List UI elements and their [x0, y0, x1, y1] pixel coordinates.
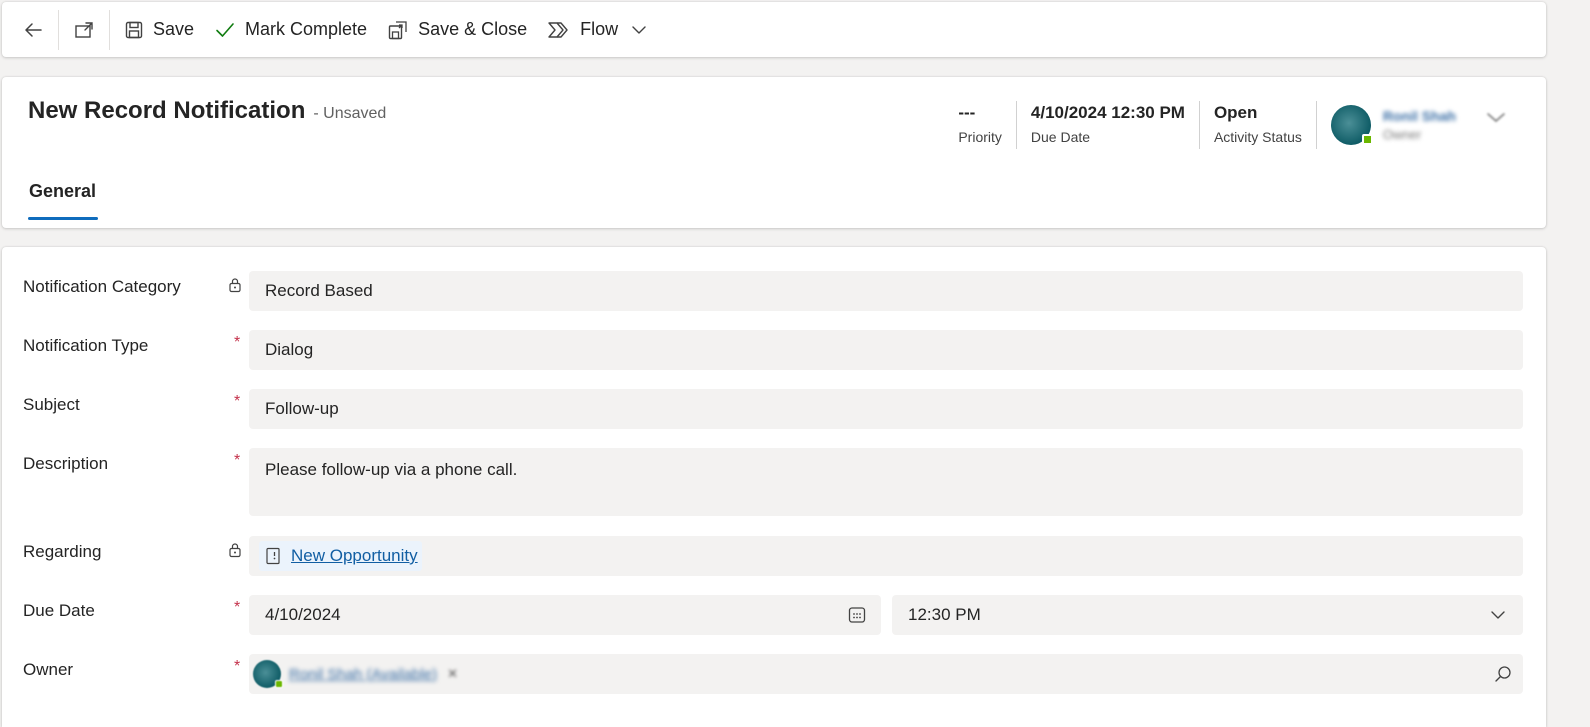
required-indicator: * [234, 658, 241, 675]
calendar-icon [848, 607, 866, 623]
command-bar: Save Mark Complete Save & Close Flow [2, 2, 1546, 57]
activity-status-label: Activity Status [1213, 129, 1302, 145]
presence-available-icon [275, 680, 283, 688]
title-area: New Record Notification - Unsaved [28, 97, 386, 125]
save-and-close-button[interactable]: Save & Close [377, 10, 537, 50]
owner-search-button[interactable] [1493, 664, 1513, 689]
subject-value: Follow-up [265, 399, 339, 418]
record-header: New Record Notification - Unsaved --- Pr… [2, 77, 1546, 228]
due-date-label: Due Date [1030, 129, 1091, 145]
active-tab-indicator [28, 217, 98, 220]
chevron-down-icon [1487, 112, 1505, 122]
description-textarea[interactable]: Please follow-up via a phone call. [249, 448, 1523, 516]
subject-label: Subject [23, 395, 80, 414]
header-fields: --- Priority 4/10/2024 12:30 PM Due Date… [944, 101, 1546, 151]
description-label: Description [23, 454, 109, 473]
remove-owner-icon[interactable]: ✕ [447, 666, 458, 682]
field-row-due-date: Due Date * 4/10/2024 12:30 PM [2, 595, 1546, 635]
regarding-link[interactable]: New Opportunity [291, 546, 418, 566]
mark-complete-label: Mark Complete [245, 19, 368, 39]
owner-label: Owner [1382, 127, 1422, 142]
toolbar-separator [109, 9, 110, 50]
priority-label: Priority [958, 129, 1002, 145]
owner-lookup-field[interactable]: Ronil Shah (Available) ✕ [249, 654, 1523, 694]
opportunity-icon [266, 547, 280, 565]
lock-icon [228, 277, 242, 298]
flow-dropdown-button[interactable] [620, 10, 658, 50]
notification-type-value: Dialog [265, 340, 314, 359]
date-picker-button[interactable] [847, 605, 867, 630]
owner-name: Ronil Shah [1382, 108, 1456, 124]
lock-icon [228, 542, 242, 563]
tab-general[interactable]: General [29, 181, 96, 202]
owner-lookup-chip[interactable]: Ronil Shah (Available) ✕ [253, 660, 458, 688]
required-indicator: * [234, 599, 241, 616]
back-button[interactable] [12, 10, 54, 50]
notification-category-value: Record Based [265, 281, 373, 300]
field-row-description: Description * Please follow-up via a pho… [2, 448, 1546, 516]
time-dropdown-button[interactable] [1489, 607, 1507, 628]
required-indicator: * [234, 393, 241, 410]
owner-field-label: Owner [23, 660, 74, 679]
regarding-lookup-field: New Opportunity [249, 536, 1523, 576]
open-new-window-icon [75, 21, 93, 38]
mark-complete-button[interactable]: Mark Complete [204, 10, 377, 50]
due-time-select[interactable]: 12:30 PM [892, 595, 1523, 635]
toolbar-separator [58, 9, 59, 50]
avatar [1330, 105, 1373, 145]
header-field-priority[interactable]: --- Priority [944, 101, 1017, 149]
due-date-input[interactable]: 4/10/2024 [249, 595, 881, 635]
page-title: New Record Notification [28, 97, 306, 124]
save-label: Save [153, 19, 195, 39]
back-arrow-icon [25, 22, 42, 37]
chevron-down-icon [632, 25, 646, 34]
field-row-subject: Subject * Follow-up [2, 389, 1546, 429]
subject-input[interactable]: Follow-up [249, 389, 1523, 429]
notification-type-field[interactable]: Dialog [249, 330, 1523, 370]
priority-value: --- [958, 103, 976, 122]
activity-status-value: Open [1213, 103, 1258, 122]
flow-button[interactable]: Flow [537, 10, 628, 50]
field-row-owner: Owner * Ronil Shah (Available) ✕ [2, 654, 1546, 694]
flow-label: Flow [580, 19, 619, 39]
save-close-icon [388, 20, 407, 39]
notification-category-field: Record Based [249, 271, 1523, 311]
save-icon [125, 21, 143, 38]
header-field-due-date[interactable]: 4/10/2024 12:30 PM Due Date [1017, 101, 1200, 149]
due-date-value: 4/10/2024 [265, 605, 341, 624]
required-indicator: * [234, 334, 241, 351]
field-row-regarding: Regarding New Opportunity [2, 536, 1546, 576]
required-indicator: * [234, 452, 241, 469]
presence-available-icon [1361, 134, 1373, 145]
notification-category-label: Notification Category [23, 277, 181, 296]
open-in-new-window-button[interactable] [63, 10, 105, 50]
header-field-activity-status[interactable]: Open Activity Status [1200, 101, 1317, 149]
regarding-lookup-chip[interactable]: New Opportunity [259, 541, 422, 571]
chevron-down-icon [1491, 611, 1505, 619]
field-row-notification-category: Notification Category Record Based [2, 271, 1546, 311]
checkmark-icon [216, 22, 234, 37]
regarding-label: Regarding [23, 542, 102, 561]
save-and-close-label: Save & Close [418, 19, 528, 39]
search-icon [1495, 666, 1511, 682]
due-date-value: 4/10/2024 12:30 PM [1030, 103, 1185, 122]
flow-icon [548, 21, 568, 38]
owner-link[interactable]: Ronil Shah (Available) [289, 666, 437, 683]
notification-type-label: Notification Type [23, 336, 149, 355]
header-expand-button[interactable] [1484, 109, 1508, 130]
description-value: Please follow-up via a phone call. [265, 460, 518, 479]
owner-info: Ronil Shah Owner [1383, 106, 1456, 144]
due-date-label: Due Date [23, 601, 95, 620]
avatar [253, 660, 283, 688]
unsaved-status: - Unsaved [313, 105, 387, 122]
field-row-notification-type: Notification Type * Dialog [2, 330, 1546, 370]
form-section-general: Notification Category Record Based Notif… [2, 247, 1546, 727]
due-time-value: 12:30 PM [908, 605, 981, 624]
header-field-owner[interactable]: Ronil Shah Owner [1317, 101, 1546, 149]
save-button[interactable]: Save [114, 10, 204, 50]
